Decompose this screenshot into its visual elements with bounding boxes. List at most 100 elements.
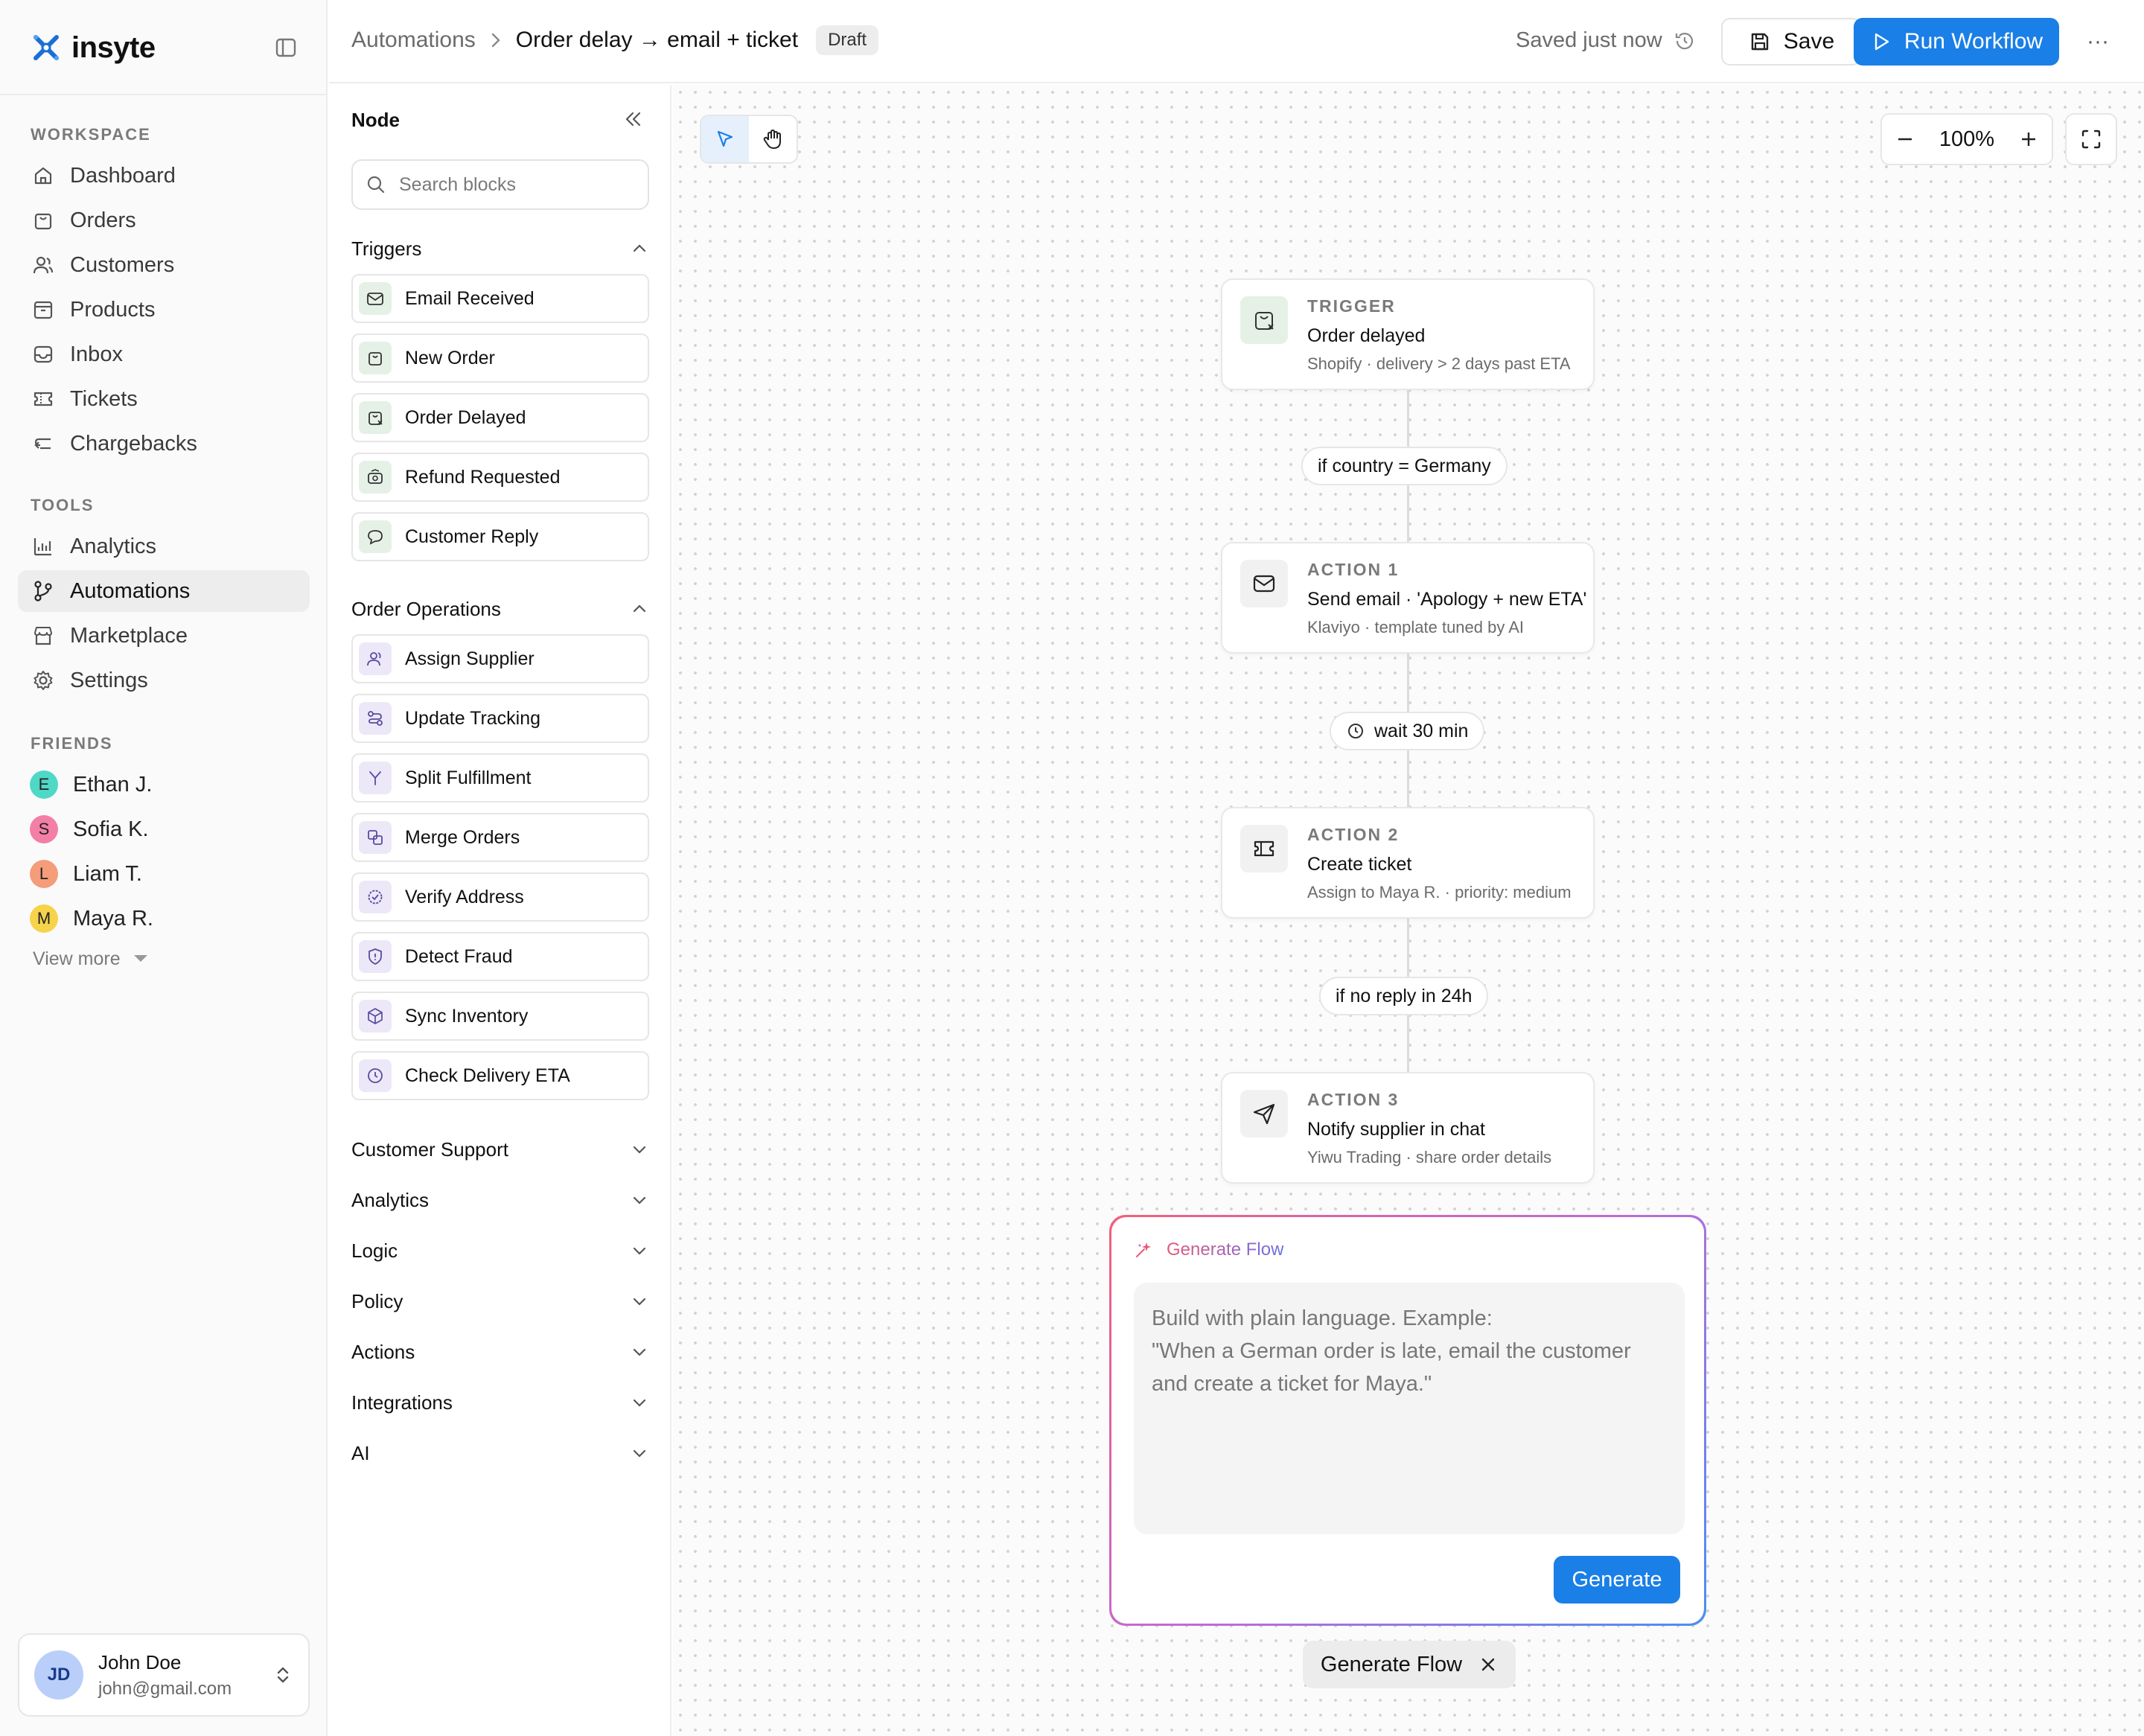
generate-flow-header: Generate Flow <box>1134 1239 1283 1260</box>
block-new-order[interactable]: New Order <box>351 334 649 383</box>
sidebar-item-chargebacks[interactable]: Chargebacks <box>18 423 310 465</box>
sidebar-item-products[interactable]: Products <box>18 289 310 331</box>
order-operations-header[interactable]: Order Operations <box>351 594 649 624</box>
workflow-node-action-1[interactable]: ACTION 1 Send email · 'Apology + new ETA… <box>1221 542 1595 654</box>
group-actions[interactable]: Actions <box>351 1337 649 1367</box>
save-button[interactable]: Save <box>1721 18 1861 66</box>
block-label: Order Delayed <box>405 406 526 428</box>
sidebar-toggle-icon[interactable] <box>274 36 298 60</box>
block-check-delivery-eta[interactable]: Check Delivery ETA <box>351 1051 649 1100</box>
search-field[interactable] <box>351 159 649 210</box>
sidebar-item-label: Products <box>70 297 156 322</box>
workflow-node-action-2[interactable]: ACTION 2 Create ticket Assign to Maya R.… <box>1221 807 1595 919</box>
group-policy[interactable]: Policy <box>351 1286 649 1316</box>
friend-item[interactable]: S Sofia K. <box>18 808 310 850</box>
workflow-title[interactable]: Order delay → email + ticket <box>516 28 798 53</box>
canvas-tool-group <box>700 115 798 164</box>
node-body: ACTION 1 Send email · 'Apology + new ETA… <box>1307 560 1586 636</box>
chevron-down-icon <box>633 1247 646 1255</box>
condition-label: if no reply in 24h <box>1336 985 1473 1006</box>
block-refund-requested[interactable]: Refund Requested <box>351 453 649 502</box>
block-customer-reply[interactable]: Customer Reply <box>351 512 649 561</box>
select-tool-button[interactable] <box>701 116 749 162</box>
block-sync-inventory[interactable]: Sync Inventory <box>351 992 649 1041</box>
friend-avatar: M <box>30 904 58 933</box>
workflow-canvas[interactable]: 100% TRIGGER Order delayed Shopify · del… <box>673 85 2144 1736</box>
sidebar-item-inbox[interactable]: Inbox <box>18 334 310 375</box>
group-analytics[interactable]: Analytics <box>351 1185 649 1215</box>
tools-section-label: TOOLS <box>31 496 95 514</box>
friend-name: Liam T. <box>73 861 142 886</box>
sidebar-item-customers[interactable]: Customers <box>18 244 310 286</box>
panel-title: Node <box>351 109 400 131</box>
group-logic[interactable]: Logic <box>351 1236 649 1266</box>
breadcrumb-root[interactable]: Automations <box>351 28 476 53</box>
chevron-down-icon <box>633 1449 646 1458</box>
floppy-icon <box>1751 33 1768 51</box>
sidebar-item-settings[interactable]: Settings <box>18 660 310 701</box>
friend-item[interactable]: M Maya R. <box>18 898 310 939</box>
node-title: Send email · 'Apology + new ETA' <box>1307 589 1587 610</box>
block-split-fulfillment[interactable]: Split Fulfillment <box>351 753 649 802</box>
group-integrations[interactable]: Integrations <box>351 1388 649 1417</box>
chevrons-left-icon[interactable] <box>621 107 645 131</box>
block-merge-orders[interactable]: Merge Orders <box>351 813 649 862</box>
sidebar-item-dashboard[interactable]: Dashboard <box>18 155 310 197</box>
run-workflow-button[interactable]: Run Workflow <box>1854 18 2059 66</box>
sidebar-item-label: Inbox <box>70 342 123 366</box>
block-update-tracking[interactable]: Update Tracking <box>351 694 649 743</box>
brand-name: insyte <box>71 31 156 64</box>
delay-label: wait 30 min <box>1374 720 1469 741</box>
workflow-node-action-3[interactable]: ACTION 3 Notify supplier in chat Yiwu Tr… <box>1221 1072 1595 1184</box>
sidebar-item-automations[interactable]: Automations <box>18 570 310 612</box>
friend-name: Ethan J. <box>73 772 153 797</box>
user-menu[interactable]: JD John Doe john@gmail.com <box>18 1633 310 1717</box>
top-bar: Automations Order delay → email + ticket… <box>329 0 2144 83</box>
close-icon[interactable] <box>1478 1655 1498 1674</box>
condition-pill[interactable]: if country = Germany <box>1301 447 1508 485</box>
chevron-up-icon <box>633 604 646 613</box>
sidebar-item-tickets[interactable]: Tickets <box>18 378 310 420</box>
friends-section-label: FRIENDS <box>31 734 113 753</box>
divider <box>0 94 328 95</box>
sidebar-item-analytics[interactable]: Analytics <box>18 526 310 567</box>
condition-pill[interactable]: if no reply in 24h <box>1319 977 1489 1015</box>
group-customer-support[interactable]: Customer Support <box>351 1135 649 1164</box>
triggers-header[interactable]: Triggers <box>351 234 649 264</box>
group-ai[interactable]: AI <box>351 1438 649 1468</box>
workflow-node-trigger[interactable]: TRIGGER Order delayed Shopify · delivery… <box>1221 278 1595 390</box>
generate-button[interactable]: Generate <box>1554 1556 1680 1603</box>
node-subtitle: Assign to Maya R. · priority: medium <box>1307 883 1572 901</box>
chevron-updown-icon <box>277 1667 289 1683</box>
sidebar-item-orders[interactable]: Orders <box>18 200 310 241</box>
history-icon[interactable] <box>1673 29 1697 53</box>
pan-tool-button[interactable] <box>749 116 797 162</box>
search-input[interactable] <box>399 173 637 196</box>
more-options-icon[interactable]: ··· <box>2083 29 2113 54</box>
block-assign-supplier[interactable]: Assign Supplier <box>351 634 649 683</box>
zoom-in-icon[interactable] <box>2017 128 2040 150</box>
zoom-out-icon[interactable] <box>1894 128 1916 150</box>
friend-item[interactable]: L Liam T. <box>18 853 310 895</box>
chat-icon <box>359 520 392 553</box>
ticket-icon <box>1240 825 1288 872</box>
fullscreen-button[interactable] <box>2065 113 2117 165</box>
generate-flow-title: Generate Flow <box>1167 1239 1284 1260</box>
delay-pill[interactable]: wait 30 min <box>1330 712 1485 750</box>
status-badge: Draft <box>816 25 879 55</box>
block-order-delayed[interactable]: Order Delayed <box>351 393 649 442</box>
prompt-input[interactable]: Build with plain language. Example: "Whe… <box>1134 1283 1685 1534</box>
block-verify-address[interactable]: Verify Address <box>351 872 649 922</box>
run-label: Run Workflow <box>1904 29 2044 54</box>
view-more-button[interactable]: View more <box>18 942 310 975</box>
chevron-down-icon <box>633 1348 646 1356</box>
send-icon <box>1240 1090 1288 1137</box>
block-email-received[interactable]: Email Received <box>351 274 649 323</box>
generate-flow-toggle[interactable]: Generate Flow <box>1303 1641 1516 1688</box>
friend-item[interactable]: E Ethan J. <box>18 764 310 805</box>
zoom-level: 100% <box>1939 127 1995 151</box>
sidebar-item-label: Analytics <box>70 534 157 558</box>
block-detect-fraud[interactable]: Detect Fraud <box>351 932 649 981</box>
sidebar-item-marketplace[interactable]: Marketplace <box>18 615 310 657</box>
brand-logo[interactable]: insyte <box>30 30 156 66</box>
